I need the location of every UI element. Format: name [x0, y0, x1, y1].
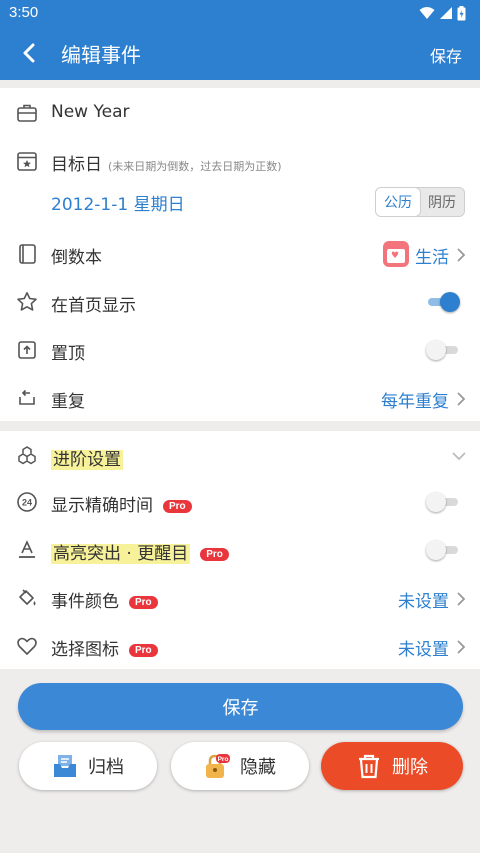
event-name-text[interactable]: New Year	[51, 102, 129, 122]
status-time: 3:50	[9, 4, 39, 21]
paint-bucket-icon	[19, 589, 36, 606]
repeat-icon	[19, 389, 35, 405]
repeat-label: 重复	[51, 392, 85, 412]
text-highlight-icon	[19, 540, 35, 558]
advanced-header-row[interactable]: 进阶设置	[0, 433, 480, 479]
archive-tray-icon	[54, 755, 76, 777]
choose-icon-row[interactable]: 选择图标 Pro 未设置	[0, 623, 480, 669]
clock-24-icon: 24	[17, 492, 37, 512]
basic-settings-card: New Year 目标日 (未来日期为倒数，过去日期为正数) 2012-1-1 星…	[0, 88, 480, 421]
choose-icon-value: 未设置	[398, 640, 449, 660]
target-date-label-text: 目标日	[51, 155, 102, 175]
event-color-label-text: 事件颜色	[51, 592, 119, 612]
advanced-title: 进阶设置	[51, 445, 123, 470]
category-calendar-icon: ♥	[383, 241, 409, 267]
countdown-book-row[interactable]: 倒数本 ♥ 生活	[0, 231, 480, 277]
advanced-settings-card: 进阶设置 24 显示精确时间 Pro 高亮突出 · 更醒目 Pro 事件颜色 Pro …	[0, 431, 480, 669]
status-bar: 3:50	[0, 0, 480, 26]
target-date-row: 目标日 (未来日期为倒数，过去日期为正数)	[0, 138, 480, 184]
event-color-row[interactable]: 事件颜色 Pro 未设置	[0, 575, 480, 621]
chevron-right-icon	[457, 592, 466, 606]
chevron-down-icon	[452, 452, 466, 461]
star-icon	[17, 292, 37, 311]
event-color-label: 事件颜色 Pro	[51, 587, 158, 612]
pro-badge: Pro	[129, 596, 158, 609]
pro-badge: Pro	[163, 500, 192, 513]
pin-row: 置顶	[0, 327, 480, 373]
calendar-star-icon	[17, 152, 37, 171]
choose-icon-label: 选择图标 Pro	[51, 635, 158, 660]
cubes-icon	[18, 446, 36, 465]
svg-text:Pro: Pro	[218, 756, 229, 763]
app-bar: 编辑事件 保存	[0, 26, 480, 80]
delete-label: 删除	[392, 757, 428, 778]
briefcase-icon	[17, 104, 37, 122]
event-name-row[interactable]: New Year	[0, 90, 480, 136]
target-date-label: 目标日 (未来日期为倒数，过去日期为正数)	[51, 150, 282, 175]
battery-icon	[457, 5, 466, 20]
wifi-icon	[419, 7, 435, 19]
signal-icon	[440, 7, 452, 19]
choose-icon-label-text: 选择图标	[51, 640, 119, 660]
countdown-book-label: 倒数本	[51, 248, 102, 268]
solar-calendar-option[interactable]: 公历	[376, 188, 421, 216]
highlight-label-text: 高亮突出 · 更醒目	[51, 544, 191, 564]
pin-top-icon	[18, 341, 36, 359]
save-text-button[interactable]: 保存	[430, 43, 462, 67]
hide-button[interactable]: Pro 隐藏	[171, 742, 309, 790]
date-value[interactable]: 2012-1-1 星期日	[51, 190, 185, 215]
pro-badge: Pro	[200, 548, 229, 561]
system-icons	[419, 5, 466, 21]
trash-icon	[359, 754, 379, 779]
exact-time-toggle[interactable]	[426, 492, 460, 512]
show-home-toggle[interactable]	[426, 292, 460, 312]
pro-badge: Pro	[129, 644, 158, 657]
repeat-row[interactable]: 重复 每年重复	[0, 375, 480, 421]
delete-button[interactable]: 删除	[321, 742, 463, 790]
svg-text:24: 24	[22, 498, 32, 508]
target-date-hint: (未来日期为倒数，过去日期为正数)	[108, 160, 282, 173]
chevron-right-icon	[457, 248, 466, 262]
pin-toggle[interactable]	[426, 340, 460, 360]
lock-pro-icon: Pro	[206, 754, 230, 778]
exact-time-label: 显示精确时间 Pro	[51, 491, 192, 516]
lunar-calendar-option[interactable]: 阴历	[420, 188, 464, 216]
exact-time-row: 24 显示精确时间 Pro	[0, 479, 480, 525]
show-home-label: 在首页显示	[51, 296, 136, 316]
countdown-book-value: 生活	[415, 248, 449, 268]
calendar-type-toggle[interactable]: 公历 阴历	[375, 187, 465, 217]
pin-label: 置顶	[51, 344, 85, 364]
book-icon	[19, 244, 36, 264]
highlight-row: 高亮突出 · 更醒目 Pro	[0, 527, 480, 573]
save-button[interactable]: 保存	[18, 683, 463, 730]
archive-label: 归档	[88, 757, 124, 778]
back-arrow-icon[interactable]	[18, 39, 42, 67]
heart-icon	[17, 637, 37, 655]
chevron-right-icon	[457, 392, 466, 406]
archive-button[interactable]: 归档	[19, 742, 157, 790]
page-title: 编辑事件	[61, 43, 141, 67]
advanced-title-text: 进阶设置	[51, 450, 123, 470]
highlight-label: 高亮突出 · 更醒目 Pro	[51, 539, 229, 564]
highlight-toggle[interactable]	[426, 540, 460, 560]
chevron-right-icon	[457, 640, 466, 654]
show-home-row: 在首页显示	[0, 279, 480, 325]
exact-time-label-text: 显示精确时间	[51, 496, 153, 516]
event-color-value: 未设置	[398, 592, 449, 612]
repeat-value: 每年重复	[381, 392, 449, 412]
hide-label: 隐藏	[240, 757, 276, 778]
